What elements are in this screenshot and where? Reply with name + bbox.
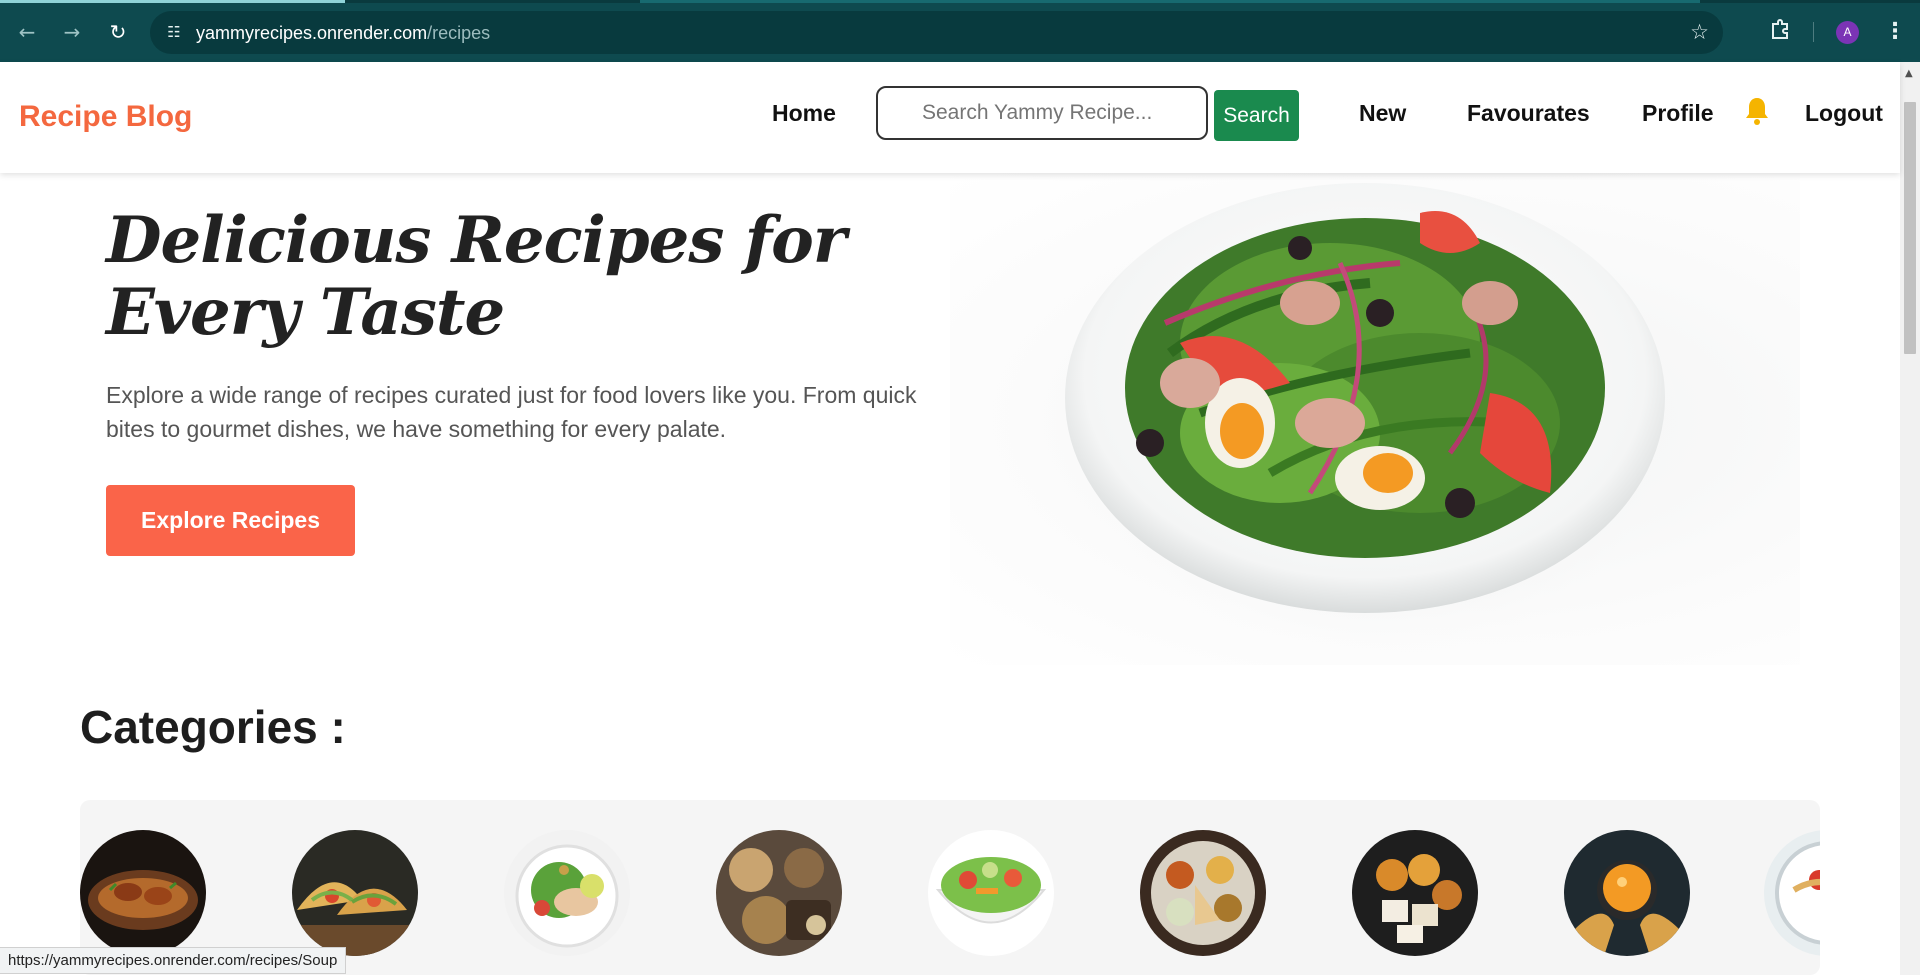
address-url[interactable]: yammyrecipes.onrender.com/recipes: [196, 23, 490, 44]
search-button[interactable]: Search: [1214, 90, 1299, 141]
browser-toolbar: ← → ↻ ☷ yammyrecipes.onrender.com/recipe…: [0, 0, 1920, 62]
back-arrow-icon[interactable]: ←: [13, 18, 41, 46]
reload-icon[interactable]: ↻: [104, 18, 132, 46]
search-input[interactable]: [876, 86, 1208, 140]
url-host: yammyrecipes.onrender.com: [196, 23, 428, 43]
url-path: /recipes: [427, 23, 491, 43]
site-settings-icon[interactable]: ☷: [164, 22, 184, 42]
category-item[interactable]: [1140, 830, 1266, 956]
nav-favourites-link[interactable]: Favourates: [1467, 100, 1590, 127]
hero-salad-image: [950, 173, 1800, 665]
address-bar[interactable]: ☷ yammyrecipes.onrender.com/recipes ☆: [150, 11, 1723, 54]
bookmark-star-icon[interactable]: ☆: [1690, 20, 1709, 44]
active-tab[interactable]: [0, 0, 345, 3]
category-item[interactable]: [1764, 830, 1820, 956]
hero-description: Explore a wide range of recipes curated …: [106, 382, 917, 442]
page-scrollbar[interactable]: ▲: [1900, 62, 1920, 975]
extensions-icon[interactable]: [1768, 18, 1794, 44]
category-item[interactable]: [1564, 830, 1690, 956]
category-item[interactable]: [504, 830, 630, 956]
explore-recipes-button[interactable]: Explore Recipes: [106, 485, 355, 556]
site-header: Recipe Blog Home Search New Favourates P…: [0, 62, 1900, 173]
scrollbar-thumb[interactable]: [1904, 102, 1916, 354]
categories-heading: Categories :: [80, 701, 346, 753]
nav-new-link[interactable]: New: [1359, 100, 1406, 127]
toolbar-divider: [1813, 22, 1814, 42]
forward-arrow-icon[interactable]: →: [58, 18, 86, 46]
nav-home-link[interactable]: Home: [772, 100, 836, 127]
profile-avatar[interactable]: A: [1836, 21, 1859, 44]
scroll-up-arrow-icon[interactable]: ▲: [1905, 68, 1913, 79]
nav-logout-link[interactable]: Logout: [1805, 100, 1883, 127]
notification-bell-icon[interactable]: [1744, 96, 1770, 126]
category-item[interactable]: [716, 830, 842, 956]
category-item[interactable]: [292, 830, 418, 956]
category-item[interactable]: [928, 830, 1054, 956]
link-status-bar: https://yammyrecipes.onrender.com/recipe…: [0, 947, 347, 974]
inactive-tab[interactable]: [640, 0, 1700, 3]
tab-strip: [0, 0, 1920, 3]
browser-menu-icon[interactable]: ⋮: [1884, 18, 1906, 46]
nav-profile-link[interactable]: Profile: [1642, 100, 1714, 127]
category-item[interactable]: [1352, 830, 1478, 956]
brand-logo[interactable]: Recipe Blog: [19, 100, 192, 134]
hero-title: Delicious Recipes for Every Taste: [106, 203, 847, 350]
category-item[interactable]: [80, 830, 206, 956]
